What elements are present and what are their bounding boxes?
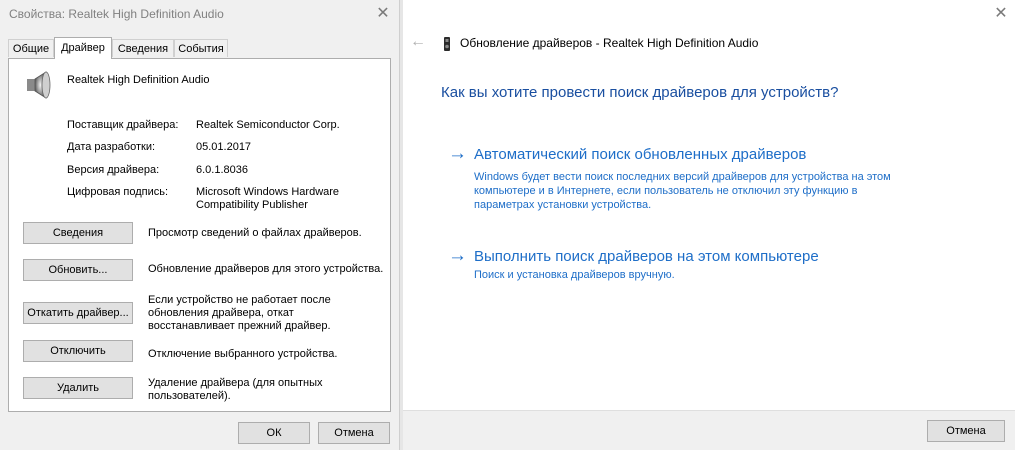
- driver-date-label: Дата разработки:: [67, 141, 156, 153]
- disable-device-button[interactable]: Отключить: [23, 340, 133, 362]
- update-driver-button[interactable]: Обновить...: [23, 259, 133, 281]
- cancel-button[interactable]: Отмена: [318, 422, 390, 444]
- uninstall-device-button[interactable]: Удалить: [23, 377, 133, 399]
- speaker-icon: [27, 71, 51, 99]
- driver-details-button[interactable]: Сведения: [23, 222, 133, 244]
- driver-details-desc: Просмотр сведений о файлах драйверов.: [148, 227, 362, 239]
- tab-driver[interactable]: Драйвер: [54, 37, 112, 59]
- driver-version-value: 6.0.1.8036: [196, 164, 248, 176]
- tab-events[interactable]: События: [174, 39, 228, 57]
- arrow-right-icon: →: [448, 143, 467, 164]
- dialog-title: Свойства: Realtek High Definition Audio: [9, 7, 224, 21]
- roll-back-driver-desc: Если устройство не работает после обновл…: [148, 294, 331, 332]
- ok-button[interactable]: ОК: [238, 422, 310, 444]
- wizard-cancel-button[interactable]: Отмена: [927, 420, 1005, 442]
- roll-back-driver-button[interactable]: Откатить драйвер...: [23, 302, 133, 324]
- driver-tab-panel: Realtek High Definition Audio Поставщик …: [8, 58, 391, 412]
- search-automatically-option[interactable]: → Автоматический поиск обновленных драйв…: [448, 143, 918, 212]
- option-description: Windows будет вести поиск последних верс…: [474, 171, 891, 211]
- tab-general[interactable]: Общие: [8, 39, 54, 57]
- driver-date-value: 05.01.2017: [196, 141, 252, 153]
- option-title: Автоматический поиск обновленных драйвер…: [474, 146, 807, 163]
- wizard-footer: Отмена: [403, 410, 1015, 450]
- back-arrow-icon[interactable]: ←: [410, 33, 426, 51]
- wizard-question: Как вы хотите провести поиск драйверов д…: [441, 84, 839, 101]
- option-description: Поиск и установка драйверов вручную.: [474, 269, 675, 281]
- disable-device-desc: Отключение выбранного устройства.: [148, 348, 338, 360]
- digital-signer-label: Цифровая подпись:: [67, 186, 169, 198]
- digital-signer-value: Microsoft Windows Hardware Compatibility…: [196, 186, 340, 211]
- arrow-right-icon: →: [448, 245, 467, 266]
- close-icon[interactable]: ✕: [993, 6, 1009, 22]
- uninstall-device-desc: Удаление драйвера (для опытных пользоват…: [148, 377, 323, 402]
- properties-dialog: Свойства: Realtek High Definition Audio …: [0, 0, 399, 450]
- close-icon[interactable]: ✕: [375, 6, 391, 22]
- driver-version-label: Версия драйвера:: [67, 164, 160, 176]
- audio-device-icon: [444, 37, 450, 51]
- browse-computer-option[interactable]: → Выполнить поиск драйверов на этом комп…: [448, 245, 918, 288]
- update-driver-desc: Обновление драйверов для этого устройств…: [148, 263, 384, 275]
- tab-details[interactable]: Сведения: [112, 39, 174, 57]
- update-drivers-wizard: ✕ ← Обновление драйверов - Realtek High …: [403, 0, 1015, 450]
- driver-provider-label: Поставщик драйвера:: [67, 119, 179, 131]
- driver-provider-value: Realtek Semiconductor Corp.: [196, 119, 340, 131]
- wizard-title: Обновление драйверов - Realtek High Defi…: [460, 36, 759, 50]
- option-title: Выполнить поиск драйверов на этом компью…: [474, 248, 819, 265]
- device-name: Realtek High Definition Audio: [67, 74, 210, 86]
